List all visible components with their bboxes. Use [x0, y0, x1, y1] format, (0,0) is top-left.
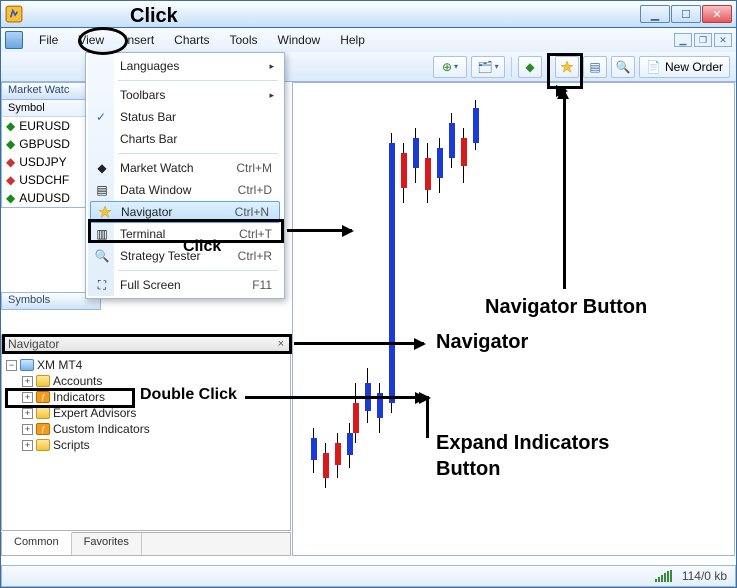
navigator-panel: Navigator × − XM MT4 + Accounts + Indica…	[1, 335, 291, 531]
menu-window[interactable]: Window	[268, 31, 331, 49]
window-minimize-button[interactable]	[640, 5, 670, 23]
menu-charts[interactable]: Charts	[164, 31, 219, 49]
annotation-click2: Click	[183, 238, 221, 256]
folder-icon	[20, 359, 34, 371]
arrow-down-icon: ◆	[6, 155, 15, 169]
app-icon	[5, 5, 23, 23]
tab-common[interactable]: Common	[2, 532, 72, 555]
menu-help[interactable]: Help	[330, 31, 375, 49]
arrow-up-icon: ◆	[6, 119, 15, 133]
annotation-arrow2-head	[557, 87, 569, 99]
check-icon: ✓	[96, 110, 106, 124]
annotation-oval-view	[78, 27, 128, 55]
window-maximize-button[interactable]	[671, 5, 701, 23]
terminal-button[interactable]: ▤	[583, 56, 607, 78]
menu-tools[interactable]: Tools	[220, 31, 268, 49]
connection-bars-icon	[655, 570, 672, 582]
collapse-icon[interactable]: −	[6, 360, 17, 371]
menu-status-bar[interactable]: ✓Status Bar	[88, 106, 282, 128]
annotation-box-indicators	[5, 388, 135, 408]
profiles-button[interactable]: 🗂▾	[471, 56, 505, 78]
annotation-arrow4b	[426, 396, 429, 438]
annotation-box-navbutton	[547, 53, 583, 89]
chart-area[interactable]	[292, 82, 735, 556]
annotation-nav: Navigator	[436, 331, 528, 354]
window-close-button[interactable]	[702, 5, 732, 23]
annotation-arrow2-stem	[563, 89, 566, 289]
annotation-expand: Expand Indicators Button	[436, 430, 609, 482]
navigator-tabs: Common Favorites	[1, 532, 291, 556]
folder-icon	[36, 439, 50, 451]
menu-languages[interactable]: Languages▸	[88, 55, 282, 77]
expand-icon[interactable]: +	[22, 408, 33, 419]
tab-favorites[interactable]: Favorites	[72, 533, 142, 555]
mdi-app-icon	[5, 31, 23, 49]
arrow-down-icon: ◆	[6, 173, 15, 187]
menu-full-screen[interactable]: ⛶Full ScreenF11	[88, 274, 282, 296]
annotation-box-navigator-title	[2, 334, 292, 354]
menu-market-watch[interactable]: ◆Market WatchCtrl+M	[88, 157, 282, 179]
arrow-up-icon: ◆	[6, 137, 15, 151]
new-order-button[interactable]: 📄 New Order	[639, 56, 730, 78]
tree-root[interactable]: − XM MT4	[4, 357, 288, 373]
menu-file[interactable]: File	[29, 31, 68, 49]
data-window-icon: ▤	[94, 182, 110, 198]
tester-icon: 🔍	[94, 248, 110, 264]
arrow-up-icon: ◆	[6, 191, 15, 205]
expand-icon[interactable]: +	[22, 440, 33, 451]
annotation-arrow1	[287, 229, 352, 232]
connection-speed: 114/0 kb	[682, 569, 727, 583]
tree-scripts[interactable]: + Scripts	[4, 437, 288, 453]
titlebar	[0, 0, 737, 28]
market-watch-button[interactable]: ◆	[518, 56, 542, 78]
expand-icon[interactable]: +	[22, 376, 33, 387]
mdi-close-button[interactable]: ✕	[714, 33, 732, 47]
fx-icon	[36, 423, 50, 435]
mdi-minimize-button[interactable]: ▁	[674, 33, 692, 47]
annotation-navbtn: Navigator Button	[485, 296, 647, 319]
new-order-label: New Order	[665, 60, 723, 74]
mdi-restore-button[interactable]: ❐	[694, 33, 712, 47]
tree-custom-indicators[interactable]: + Custom Indicators	[4, 421, 288, 437]
navigator-icon	[97, 204, 113, 220]
folder-icon	[36, 375, 50, 387]
strategy-tester-button[interactable]: 🔍	[611, 56, 635, 78]
annotation-dblclick: Double Click	[140, 386, 237, 404]
menu-data-window[interactable]: ▤Data WindowCtrl+D	[88, 179, 282, 201]
fullscreen-icon: ⛶	[94, 277, 110, 293]
annotation-arrow3	[294, 342, 424, 345]
menu-charts-bar[interactable]: Charts Bar	[88, 128, 282, 150]
view-dropdown: Languages▸ Toolbars▸ ✓Status Bar Charts …	[85, 52, 285, 299]
menu-toolbars[interactable]: Toolbars▸	[88, 84, 282, 106]
statusbar: 114/0 kb	[1, 565, 736, 587]
add-chart-button[interactable]: ⊕▾	[433, 56, 467, 78]
expand-icon[interactable]: +	[22, 424, 33, 435]
navigator-tree: − XM MT4 + Accounts + Indicators + Exper…	[1, 353, 291, 531]
folder-icon	[36, 407, 50, 419]
market-watch-icon: ◆	[94, 160, 110, 176]
annotation-arrow4	[245, 396, 425, 399]
plus-icon: 📄	[646, 60, 661, 74]
annotation-click1: Click	[130, 5, 178, 28]
